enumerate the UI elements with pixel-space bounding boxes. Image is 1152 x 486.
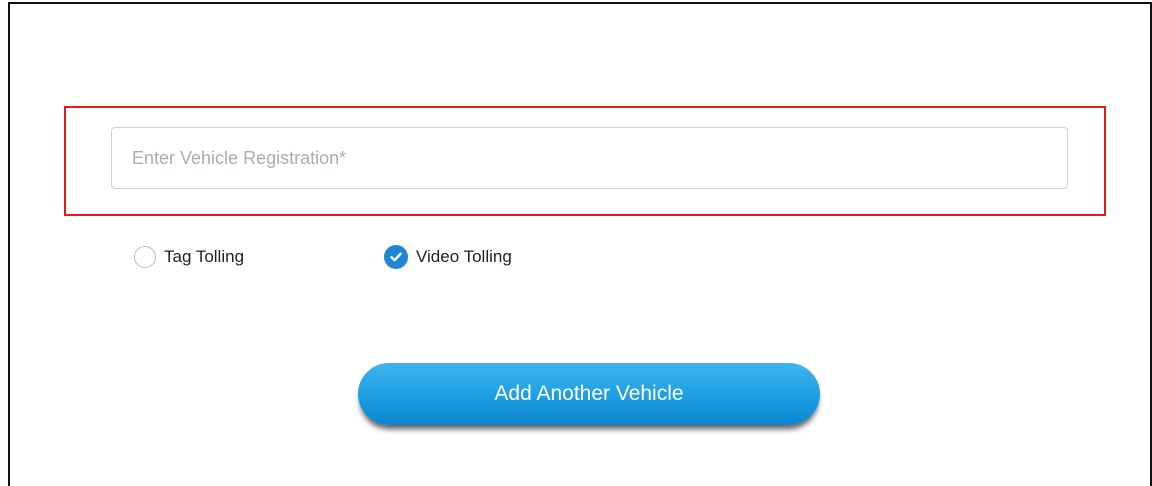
radio-checked-icon[interactable] <box>384 245 408 269</box>
tag-tolling-option[interactable]: Tag Tolling <box>134 244 244 270</box>
video-tolling-option[interactable]: Video Tolling <box>384 244 512 270</box>
vehicle-registration-input[interactable] <box>111 127 1068 189</box>
radio-unchecked-icon[interactable] <box>134 246 156 268</box>
tag-tolling-label: Tag Tolling <box>164 247 245 266</box>
add-another-vehicle-button[interactable]: Add Another Vehicle <box>358 363 820 425</box>
video-tolling-label: Video Tolling <box>416 247 512 266</box>
checkmark-icon <box>390 252 402 262</box>
